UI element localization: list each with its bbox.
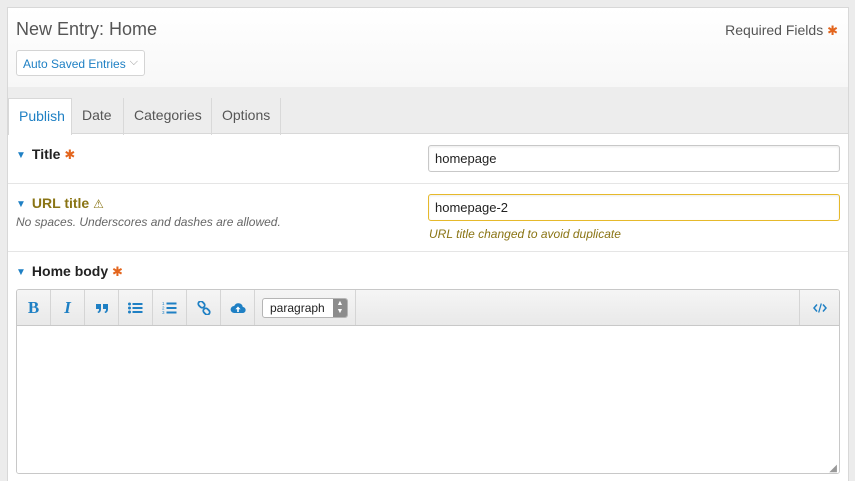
required-fields-note: Required Fields ✱ bbox=[725, 22, 838, 39]
home-body-textarea[interactable]: ◢ bbox=[17, 326, 839, 473]
link-button[interactable] bbox=[187, 290, 221, 325]
chevron-down-icon[interactable]: ▼ bbox=[16, 267, 26, 278]
svg-text:3: 3 bbox=[162, 310, 165, 314]
link-icon bbox=[196, 300, 211, 315]
publish-form-panel: New Entry: Home Required Fields ✱ Auto S… bbox=[7, 7, 849, 481]
italic-button[interactable]: I bbox=[51, 290, 85, 325]
resize-handle-icon[interactable]: ◢ bbox=[829, 463, 837, 473]
tab-date[interactable]: Date bbox=[72, 98, 124, 135]
numbered-list-icon: 123 bbox=[162, 301, 177, 314]
paragraph-format-value: paragraph bbox=[270, 301, 325, 315]
asterisk-icon: ✱ bbox=[827, 23, 838, 38]
upload-button[interactable] bbox=[221, 290, 255, 325]
chevron-down-icon[interactable]: ▼ bbox=[16, 199, 26, 210]
url-title-field-label[interactable]: ▼ URL title ⚠ bbox=[16, 195, 104, 211]
source-code-button[interactable] bbox=[799, 290, 839, 325]
required-fields-label: Required Fields bbox=[725, 22, 824, 38]
url-title-warning-message: URL title changed to avoid duplicate bbox=[429, 227, 621, 241]
quote-icon bbox=[95, 303, 108, 313]
chevron-down-icon[interactable]: ▼ bbox=[16, 150, 26, 161]
warning-triangle-icon: ⚠ bbox=[93, 197, 104, 211]
title-field-row: ▼ Title ✱ bbox=[8, 134, 848, 184]
blockquote-button[interactable] bbox=[85, 290, 119, 325]
asterisk-icon: ✱ bbox=[112, 264, 123, 279]
title-input[interactable] bbox=[428, 145, 840, 172]
url-title-field-row: ▼ URL title ⚠ No spaces. Underscores and … bbox=[8, 184, 848, 252]
form-header: New Entry: Home Required Fields ✱ Auto S… bbox=[8, 8, 848, 87]
editor-toolbar: B I 123 paragraph ▲ ▼ bbox=[17, 290, 839, 326]
cloud-upload-icon bbox=[230, 302, 246, 313]
bold-button[interactable]: B bbox=[17, 290, 51, 325]
chevron-down-icon: ⌵ bbox=[129, 56, 138, 68]
url-title-hint: No spaces. Underscores and dashes are al… bbox=[16, 215, 281, 229]
toolbar-divider bbox=[355, 290, 356, 325]
url-title-input[interactable] bbox=[428, 194, 840, 221]
bullet-list-button[interactable] bbox=[119, 290, 153, 325]
code-icon bbox=[812, 302, 827, 313]
tab-categories[interactable]: Categories bbox=[124, 98, 212, 135]
auto-saved-entries-dropdown[interactable]: Auto Saved Entries ⌵ bbox=[16, 50, 145, 76]
title-field-label[interactable]: ▼ Title ✱ bbox=[16, 146, 75, 163]
page-title: New Entry: Home bbox=[16, 19, 158, 39]
home-body-field-label[interactable]: ▼ Home body ✱ bbox=[16, 263, 123, 280]
numbered-list-button[interactable]: 123 bbox=[153, 290, 187, 325]
paragraph-format-select[interactable]: paragraph ▲ ▼ bbox=[262, 298, 348, 318]
asterisk-icon: ✱ bbox=[64, 147, 76, 162]
tab-bar: Publish Date Categories Options bbox=[8, 87, 848, 135]
bullet-list-icon bbox=[128, 302, 143, 313]
rich-text-editor: B I 123 paragraph ▲ ▼ ◢ bbox=[16, 289, 840, 474]
select-arrows-icon: ▲ ▼ bbox=[333, 299, 347, 317]
tab-options[interactable]: Options bbox=[212, 98, 281, 135]
auto-saved-entries-label: Auto Saved Entries bbox=[23, 57, 126, 71]
tab-publish[interactable]: Publish bbox=[8, 98, 72, 135]
